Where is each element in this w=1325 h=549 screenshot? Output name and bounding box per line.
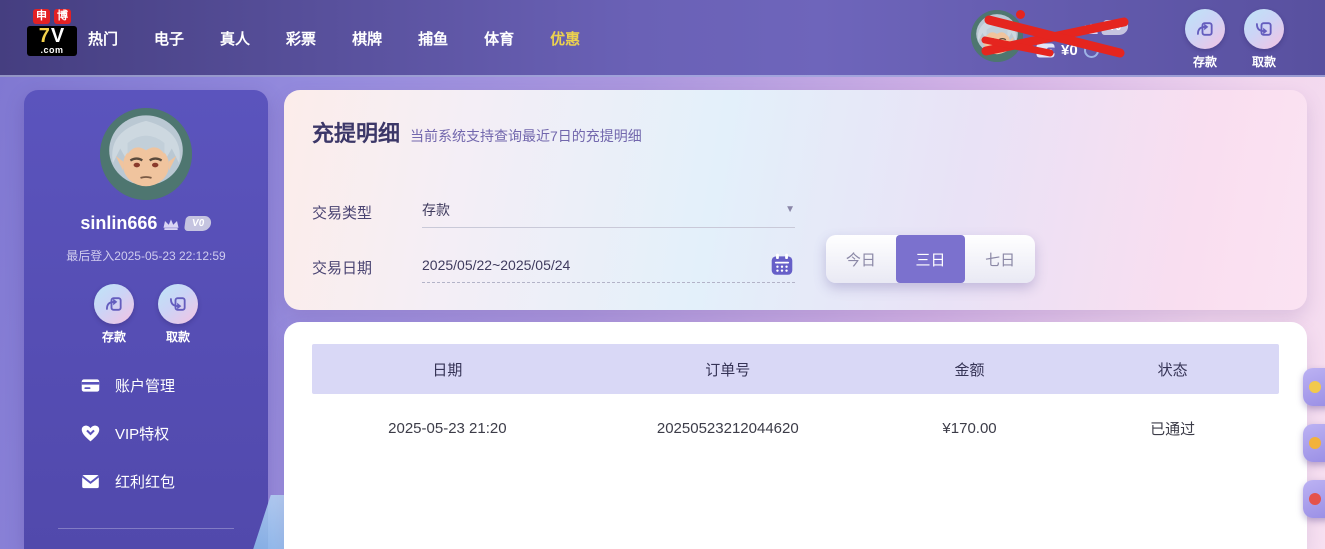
- top-nav-bar: 申 博 7V .com 热门 电子 真人 彩票 棋牌 捕鱼 体育 优惠 V0 ¥…: [0, 0, 1325, 77]
- crown-icon: [1083, 23, 1099, 34]
- nav-item-live[interactable]: 真人: [220, 28, 250, 49]
- calendar-icon[interactable]: [769, 252, 795, 278]
- header-withdraw-button[interactable]: 取款: [1241, 9, 1287, 70]
- title-row: 充提明细 当前系统支持查询最近7日的充提明细: [312, 116, 642, 148]
- sidebar-actions: 存款 取款: [24, 284, 268, 345]
- cell-amount: ¥170.00: [942, 419, 997, 437]
- range-today-button[interactable]: 今日: [826, 235, 896, 283]
- withdraw-icon: [1244, 9, 1284, 49]
- sidebar-deposit-button[interactable]: 存款: [91, 284, 137, 345]
- table-header-row: 日期 订单号 金额 状态: [312, 344, 1279, 394]
- sidebar-item-label: 红利红包: [115, 474, 176, 491]
- logo-7v-text: 7V: [38, 25, 66, 47]
- site-logo[interactable]: 申 博 7V .com: [27, 9, 77, 56]
- nav-item-lottery[interactable]: 彩票: [286, 28, 316, 49]
- page-title: 充提明细: [312, 121, 401, 146]
- sidebar-item-vip[interactable]: VIP特权: [80, 423, 268, 444]
- bank-card-icon: [81, 379, 100, 392]
- crown-icon: [163, 219, 179, 230]
- red-packet-envelope-icon: [81, 474, 100, 489]
- transaction-date-input[interactable]: 2025/05/22~2025/05/24: [422, 247, 795, 283]
- transaction-date-label: 交易日期: [312, 260, 373, 277]
- last-login-text: 最后登入2025-05-23 22:12:59: [66, 249, 226, 263]
- balance-amount: ¥0: [1061, 42, 1078, 59]
- deposit-label: 存款: [101, 330, 126, 344]
- red-packet-icon: [1309, 493, 1321, 505]
- refresh-balance-icon[interactable]: [1083, 43, 1099, 58]
- wallet-balance[interactable]: ¥0: [1036, 42, 1099, 59]
- transaction-date-value: 2025/05/22~2025/05/24: [422, 256, 571, 273]
- withdraw-icon: [158, 284, 198, 324]
- sidebar-item-label: VIP特权: [115, 426, 170, 443]
- username: sinlin666: [80, 213, 158, 233]
- header-vip-badge[interactable]: V0: [1082, 20, 1130, 35]
- sidebar-item-bonus[interactable]: 红利红包: [80, 471, 268, 492]
- cell-date: 2025-05-23 21:20: [388, 419, 507, 437]
- records-table-card: 日期 订单号 金额 状态 2025-05-23 21:20 2025052321…: [284, 322, 1307, 549]
- range-3day-button[interactable]: 三日: [895, 235, 966, 283]
- avatar-image: [971, 10, 1023, 62]
- sidebar-withdraw-button[interactable]: 取款: [155, 284, 201, 345]
- logo-main: 7V .com: [27, 26, 77, 56]
- vip-level-label: V0: [184, 216, 213, 231]
- deposit-icon: [1185, 9, 1225, 49]
- float-redpacket-button[interactable]: [1303, 480, 1325, 518]
- nav-item-promotions[interactable]: 优惠: [550, 28, 580, 49]
- col-header-amount: 金额: [954, 361, 985, 379]
- logo-badge-shen: 申: [33, 9, 50, 24]
- sidebar-menu: 账户管理 VIP特权 红利红包: [80, 375, 268, 492]
- float-service-button[interactable]: [1303, 368, 1325, 406]
- logo-com-text: .com: [40, 45, 64, 55]
- nav-item-sports[interactable]: 体育: [484, 28, 514, 49]
- nav-item-fishing[interactable]: 捕鱼: [418, 28, 448, 49]
- col-header-date: 日期: [432, 361, 463, 379]
- logo-badge-bo: 博: [54, 9, 71, 24]
- transaction-type-label: 交易类型: [312, 205, 373, 222]
- deposit-icon: [94, 284, 134, 324]
- page-subtitle: 当前系统支持查询最近7日的充提明细: [410, 128, 642, 144]
- date-range-group: 今日 三日 七日: [826, 235, 1035, 283]
- sidebar-user-row: sinlin666 V0: [24, 213, 268, 234]
- transaction-type-value: 存款: [422, 201, 450, 218]
- sidebar-divider: [58, 528, 234, 529]
- vip-level-label: V0: [1100, 20, 1130, 35]
- withdraw-label: 取款: [165, 330, 190, 344]
- deposit-label: 存款: [1192, 55, 1217, 69]
- vip-heart-icon: [81, 425, 100, 442]
- logo-badges: 申 博: [27, 9, 77, 24]
- notification-dot: [1016, 10, 1025, 19]
- col-header-order-no: 订单号: [705, 361, 751, 379]
- wallet-icon: [1036, 43, 1055, 58]
- header-actions: 存款 取款: [1182, 9, 1287, 70]
- range-7day-button[interactable]: 七日: [965, 235, 1035, 283]
- sidebar-item-label: 账户管理: [115, 378, 176, 395]
- page-background: 申 博 7V .com 热门 电子 真人 彩票 棋牌 捕鱼 体育 优惠 V0 ¥…: [0, 0, 1325, 549]
- service-icon: [1309, 381, 1321, 393]
- nav-item-board-games[interactable]: 棋牌: [352, 28, 382, 49]
- gift-icon: [1309, 437, 1321, 449]
- sidebar-item-account[interactable]: 账户管理: [80, 375, 268, 396]
- float-gift-button[interactable]: [1303, 424, 1325, 462]
- withdraw-label: 取款: [1251, 55, 1276, 69]
- nav-item-slots[interactable]: 电子: [154, 28, 184, 49]
- user-sidebar: sinlin666 V0 最后登入2025-05-23 22:12:59 存款: [24, 90, 268, 549]
- header-deposit-button[interactable]: 存款: [1182, 9, 1228, 70]
- avatar-image: [100, 108, 192, 200]
- sidebar-avatar[interactable]: [100, 108, 192, 200]
- main-nav: 热门 电子 真人 彩票 棋牌 捕鱼 体育 优惠: [88, 0, 580, 77]
- filter-card: 充提明细 当前系统支持查询最近7日的充提明细 交易类型 存款 ▼ 交易日期 20…: [284, 90, 1307, 310]
- status-badge: 已通过: [1150, 420, 1196, 438]
- chevron-down-icon: ▼: [785, 204, 795, 215]
- col-header-status: 状态: [1157, 361, 1188, 379]
- table-row[interactable]: 2025-05-23 21:20 20250523212044620 ¥170.…: [312, 394, 1279, 462]
- cell-order-no: 20250523212044620: [656, 419, 799, 437]
- header-avatar[interactable]: [971, 10, 1023, 62]
- transaction-type-select[interactable]: 存款 ▼: [422, 192, 795, 228]
- nav-item-hot[interactable]: 热门: [88, 28, 118, 49]
